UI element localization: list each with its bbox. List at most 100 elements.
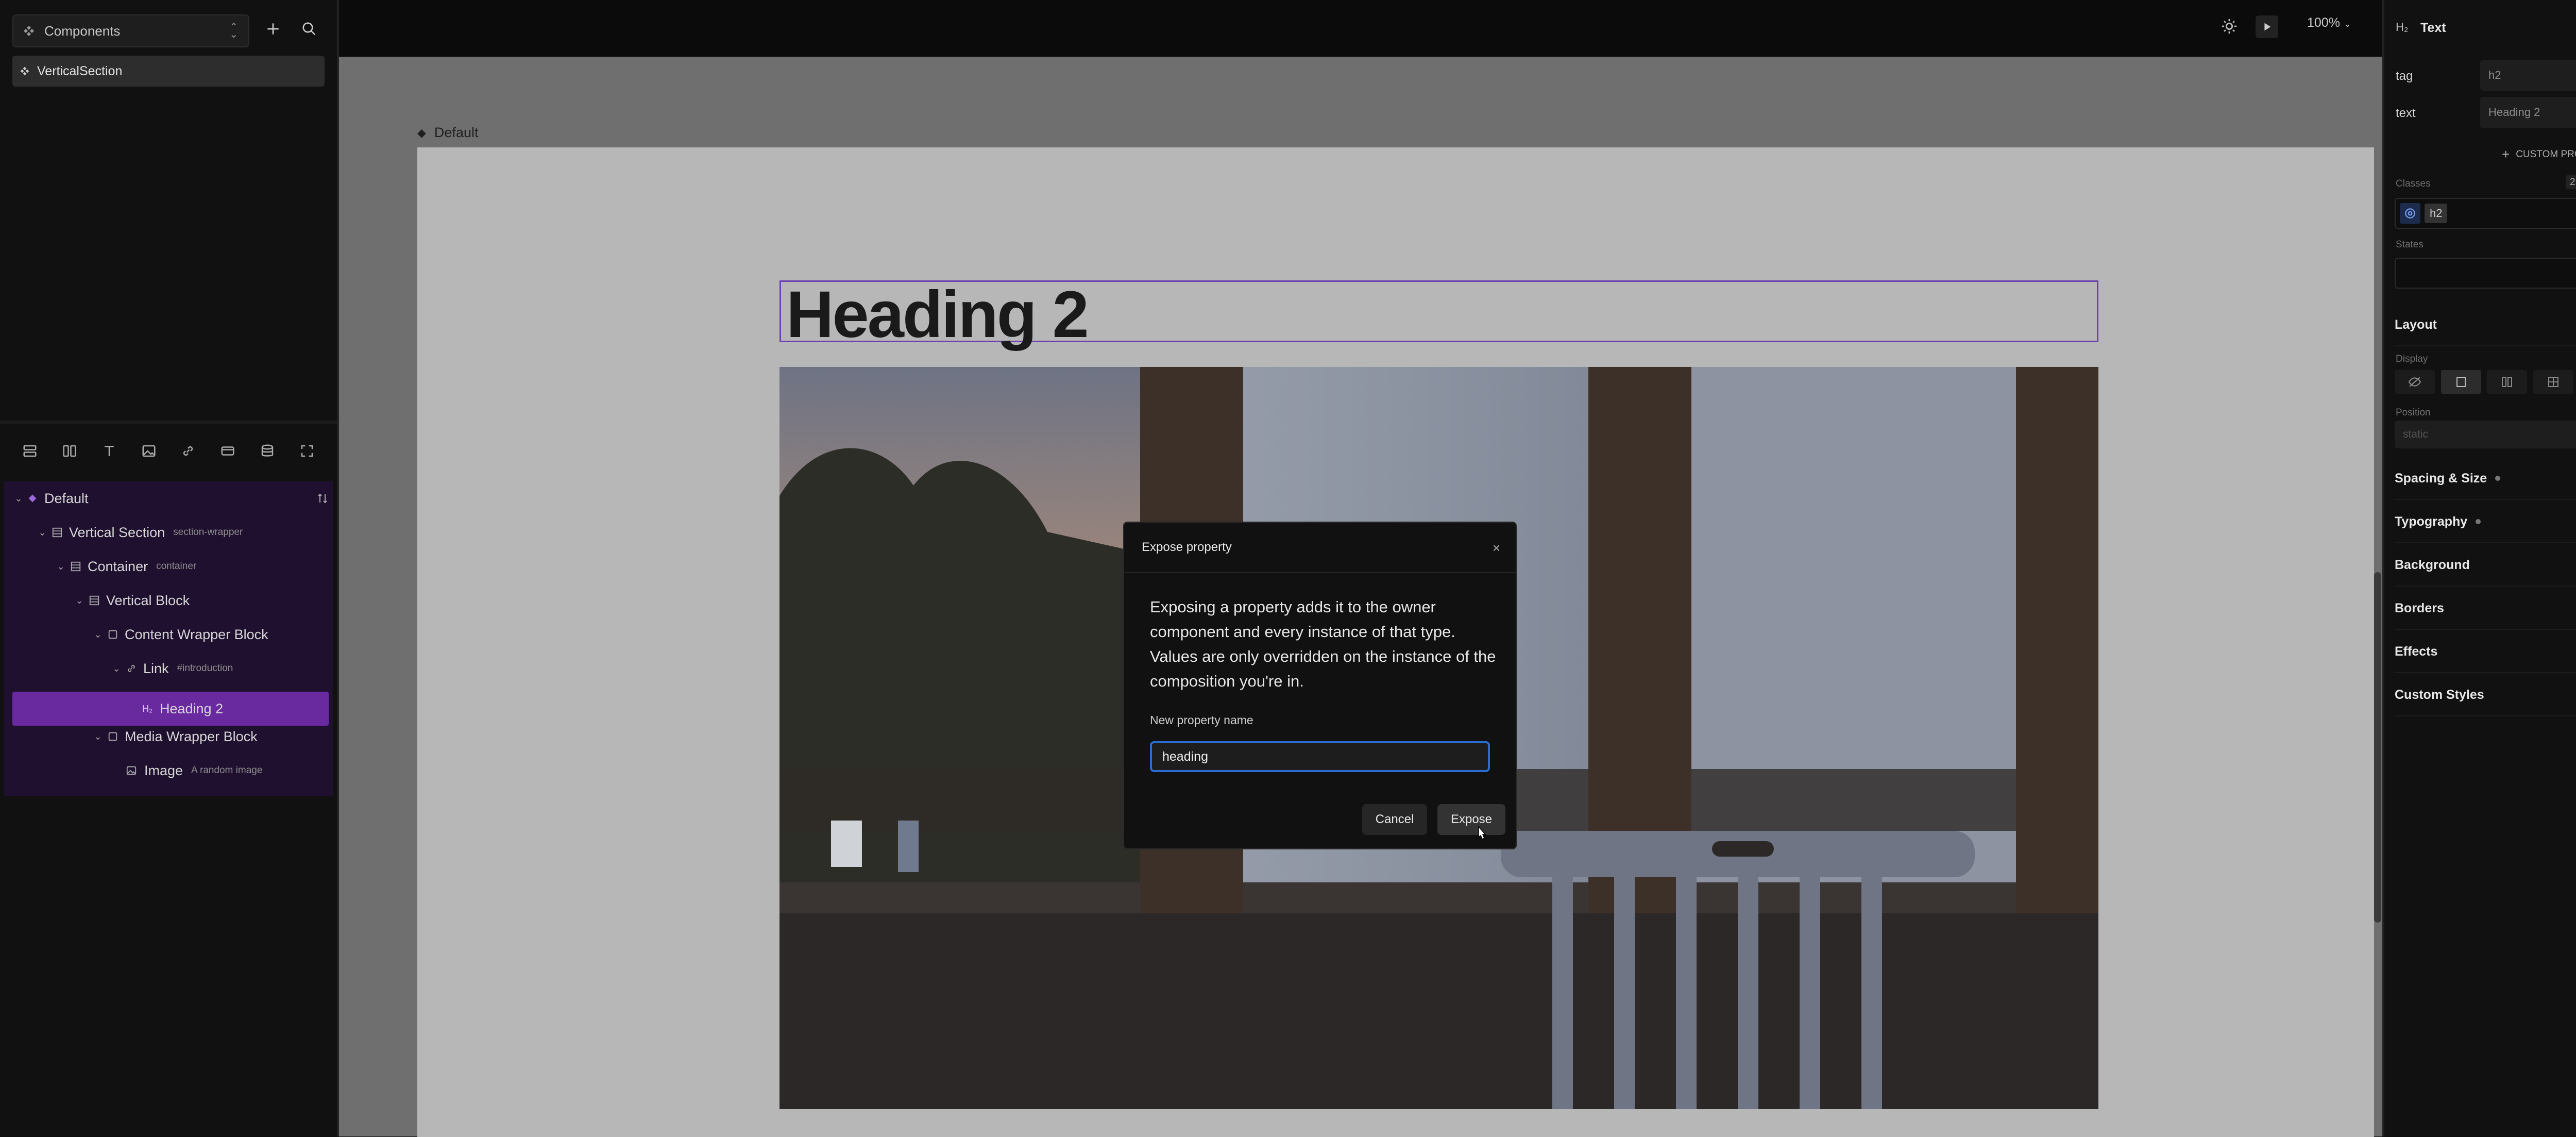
style-panel: H₂ Text tag h2 ⇕ text Heading 2 + CUSTOM… — [2382, 0, 2576, 1136]
tree-item-label: Container — [88, 558, 148, 574]
chevron-down-icon[interactable]: ⌄ — [92, 629, 104, 640]
box-icon — [107, 731, 118, 742]
chevron-down-icon: ⌄ — [2343, 19, 2351, 29]
chevron-down-icon[interactable]: ⌄ — [55, 561, 67, 572]
typography-section[interactable]: Typography ⌄ — [2395, 501, 2576, 543]
image-icon[interactable] — [135, 438, 162, 464]
link-icon — [126, 663, 137, 674]
section-title: Spacing & Size — [2395, 471, 2487, 486]
component-icon — [28, 494, 37, 503]
top-toolbar: 100% ⌄ — [339, 0, 2382, 58]
tree-item-label: Heading 2 — [160, 700, 224, 716]
component-list-item[interactable]: VerticalSection — [12, 56, 325, 87]
dialog-title: Expose property — [1142, 540, 1232, 554]
hidden-eye-icon[interactable] — [2395, 370, 2435, 394]
section-icon — [52, 527, 63, 538]
classes-applied-text: 2 applied — [2570, 177, 2576, 188]
box-icon — [107, 629, 118, 640]
text-value: Heading 2 — [2488, 106, 2540, 119]
close-icon[interactable]: × — [1493, 540, 1500, 556]
selected-heading[interactable]: Heading 2 — [779, 278, 2098, 352]
target-icon[interactable] — [2400, 203, 2420, 224]
chevron-down-icon[interactable]: ⌄ — [12, 493, 25, 504]
layout-section-header[interactable]: Layout ⌃ — [2395, 304, 2576, 346]
custom-styles-section[interactable]: Custom Styles ⋮ ⌄ — [2395, 674, 2576, 716]
tree-item-label: Vertical Block — [106, 592, 190, 608]
flex-display-icon[interactable] — [2487, 370, 2528, 394]
modified-dot — [2495, 476, 2501, 481]
classes-applied-badge[interactable]: 2 applied ⇕ — [2566, 175, 2576, 189]
canvas-scrollbar[interactable] — [2374, 572, 2381, 923]
tree-item-label: Vertical Section — [69, 524, 165, 540]
chevron-down-icon[interactable]: ⌄ — [110, 663, 123, 674]
text-icon[interactable] — [96, 438, 123, 464]
tag-value: h2 — [2488, 69, 2501, 81]
fullscreen-icon[interactable] — [294, 438, 320, 464]
section-title: Background — [2395, 557, 2470, 572]
classes-label: Classes — [2396, 178, 2431, 189]
component-icon: ◆ — [417, 126, 426, 139]
sun-icon[interactable] — [2221, 18, 2238, 35]
tag-label: tag — [2396, 69, 2413, 83]
components-select-label: Components — [44, 23, 121, 39]
tree-item-class: #introduction — [177, 663, 233, 674]
chevron-down-icon[interactable]: ⌄ — [36, 527, 48, 538]
play-icon[interactable] — [2256, 15, 2278, 38]
custom-property-button[interactable]: + CUSTOM PROPERTY — [2502, 146, 2576, 162]
link-icon[interactable] — [175, 438, 201, 464]
effects-section[interactable]: Effects + ⌃ — [2395, 631, 2576, 673]
states-select[interactable] — [2395, 258, 2576, 289]
chevron-updown-icon: ⌃ ⌄ — [229, 22, 238, 40]
zoom-level[interactable]: 100% ⌄ — [2307, 15, 2351, 30]
custom-property-label: CUSTOM PROPERTY — [2516, 148, 2576, 160]
tree-item-vertical-section[interactable]: ⌄ Vertical Section section-wrapper — [4, 515, 365, 549]
section-icon[interactable] — [16, 438, 43, 464]
tag-select[interactable]: h2 ⇕ — [2480, 60, 2576, 91]
tree-item-class: container — [156, 561, 197, 572]
columns-icon[interactable] — [56, 438, 83, 464]
swap-icon[interactable] — [316, 492, 329, 505]
components-select[interactable]: Components ⌃ ⌄ — [12, 14, 249, 47]
grid-display-icon[interactable] — [2533, 370, 2573, 394]
spacing-size-section[interactable]: Spacing & Size ⌄ — [2395, 458, 2576, 500]
background-section[interactable]: Background ⌄ — [2395, 544, 2576, 587]
section-title: Effects — [2395, 644, 2438, 659]
section-title: Typography — [2395, 514, 2468, 529]
plus-icon: + — [2502, 146, 2510, 162]
position-select[interactable]: static ⇕ — [2395, 421, 2576, 448]
class-chip[interactable]: h2 — [2425, 204, 2448, 223]
block-display-icon[interactable] — [2441, 370, 2481, 394]
insert-toolbar — [0, 433, 337, 469]
chevron-down-icon[interactable]: ⌄ — [92, 731, 104, 742]
display-label: Display — [2396, 354, 2428, 364]
text-input[interactable]: Heading 2 — [2480, 97, 2576, 128]
image-icon — [126, 765, 137, 776]
tree-item-label: Link — [143, 660, 169, 676]
dialog-header: Expose property × — [1124, 523, 1516, 573]
expose-button[interactable]: Expose — [1437, 804, 1505, 835]
database-icon[interactable] — [254, 438, 281, 464]
chevron-down-icon[interactable]: ⌄ — [73, 595, 86, 606]
position-value: static — [2403, 428, 2429, 440]
section-title: Layout — [2395, 317, 2437, 332]
expose-property-dialog: Expose property × Exposing a property ad… — [1123, 522, 1517, 849]
classes-input[interactable]: h2 — [2395, 198, 2576, 229]
tree-item-default[interactable]: ⌄ Default — [4, 481, 341, 515]
instance-label[interactable]: ◆ Default — [417, 125, 478, 141]
heading-text: Heading 2 — [786, 278, 1089, 352]
section-title: Custom Styles — [2395, 687, 2484, 702]
tree-item-label: Content Wrapper Block — [125, 626, 268, 642]
modified-dot — [2476, 519, 2481, 524]
add-icon[interactable] — [260, 15, 286, 42]
property-name-label: New property name — [1150, 713, 1253, 727]
tree-item-container[interactable]: ⌄ Container container — [4, 549, 383, 583]
panel-divider[interactable] — [0, 421, 337, 424]
cancel-button[interactable]: Cancel — [1362, 804, 1427, 835]
component-block-icon[interactable] — [214, 438, 241, 464]
dialog-description: Exposing a property adds it to the owner… — [1150, 598, 1496, 690]
block-icon — [89, 595, 100, 606]
borders-section[interactable]: Borders ⌄ — [2395, 588, 2576, 630]
search-icon[interactable] — [296, 15, 323, 42]
component-icon — [20, 66, 30, 76]
property-name-input[interactable] — [1150, 741, 1490, 772]
